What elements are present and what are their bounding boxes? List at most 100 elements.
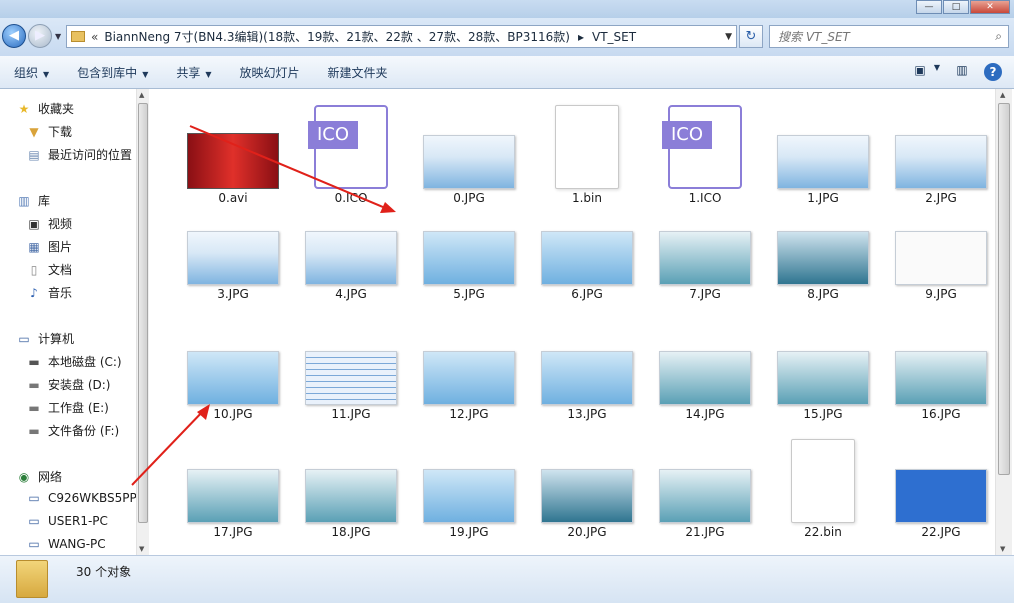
file-item[interactable]: 5.JPG (410, 189, 528, 301)
include-in-library-menu[interactable]: 包含到库中 ▼ (77, 64, 148, 81)
breadcrumb-parent[interactable]: BiannNeng 7寸(BN4.3编辑)(18款、19款、21款、22款 、2… (104, 28, 570, 45)
close-button[interactable]: ✕ (970, 0, 1010, 14)
file-item[interactable]: 18.JPG (292, 427, 410, 539)
view-chevron-down-icon[interactable]: ▼ (932, 63, 942, 81)
library-icon: ▥ (18, 193, 30, 208)
nav-libraries[interactable]: ▥ 库 (16, 192, 50, 209)
search-box[interactable]: ⌕ (769, 25, 1009, 48)
nav-documents[interactable]: ▯ 文档 (26, 261, 72, 278)
address-dropdown-icon[interactable]: ▼ (725, 32, 732, 42)
nav-network[interactable]: ◉ 网络 (16, 468, 62, 485)
file-name: 20.JPG (567, 525, 607, 539)
image-thumbnail (423, 351, 515, 405)
image-thumbnail (541, 469, 633, 523)
file-item[interactable]: 4.JPG (292, 189, 410, 301)
scroll-down-icon[interactable]: ▼ (1000, 545, 1005, 553)
file-thumbnail-wrapper (292, 427, 410, 523)
breadcrumb-current[interactable]: VT_SET (592, 30, 636, 44)
file-item[interactable]: 9.JPG (882, 189, 995, 301)
forward-button[interactable]: ▶ (28, 24, 52, 48)
file-item[interactable]: 12.JPG (410, 309, 528, 421)
content-scrollbar-thumb[interactable] (998, 103, 1010, 475)
image-thumbnail (305, 351, 397, 405)
help-button[interactable]: ? (984, 63, 1002, 81)
file-item[interactable]: 7.JPG (646, 189, 764, 301)
file-item[interactable]: 11.JPG (292, 309, 410, 421)
nav-drive-d[interactable]: ▬ 安装盘 (D:) (26, 376, 110, 393)
nav-music[interactable]: ♪ 音乐 (26, 284, 72, 301)
nav-scrollbar[interactable]: ▲ ▼ (136, 89, 149, 555)
file-thumbnail-wrapper (646, 189, 764, 285)
nav-computer[interactable]: ▭ 计算机 (16, 330, 74, 347)
file-item[interactable]: 15.JPG (764, 309, 882, 421)
slideshow-button[interactable]: 放映幻灯片 (240, 64, 300, 81)
file-item[interactable]: 6.JPG (528, 189, 646, 301)
command-bar: 组织 ▼ 包含到库中 ▼ 共享 ▼ 放映幻灯片 新建文件夹 ▣ ▼ ▥ ? (0, 56, 1014, 89)
window-controls: — □ ✕ (915, 0, 1010, 14)
nav-network-pc-1[interactable]: ▭ C926WKBS5PP (26, 491, 136, 505)
nav-network-pc-2[interactable]: ▭ USER1-PC (26, 514, 108, 528)
file-item[interactable]: 19.JPG (410, 427, 528, 539)
scroll-down-icon[interactable]: ▼ (139, 545, 144, 553)
ico-badge: ICO (308, 121, 358, 149)
file-item[interactable]: 8.JPG (764, 189, 882, 301)
drive-icon: ▬ (28, 423, 40, 438)
nav-scrollbar-thumb[interactable] (138, 103, 148, 523)
minimize-button[interactable]: — (916, 0, 942, 14)
file-name: 18.JPG (331, 525, 371, 539)
scroll-up-icon[interactable]: ▲ (1000, 91, 1005, 99)
file-name: 21.JPG (685, 525, 725, 539)
breadcrumb-arrow-icon[interactable]: ▸ (578, 30, 584, 44)
file-item[interactable]: 17.JPG (174, 427, 292, 539)
file-item[interactable]: 22.bin (764, 427, 882, 539)
back-button[interactable]: ◀ (2, 24, 26, 48)
organize-menu[interactable]: 组织 ▼ (14, 64, 49, 81)
folder-icon (71, 31, 85, 42)
file-item[interactable]: 16.JPG (882, 309, 995, 421)
refresh-button[interactable]: ↻ (739, 25, 763, 48)
file-name: 19.JPG (449, 525, 489, 539)
image-thumbnail (659, 231, 751, 285)
nav-favorites[interactable]: ★ 收藏夹 (16, 100, 74, 117)
file-thumbnail-wrapper (410, 189, 528, 285)
nav-label: 文件备份 (F:) (48, 424, 120, 438)
change-view-icon[interactable]: ▣ (910, 63, 930, 81)
nav-pictures[interactable]: ▦ 图片 (26, 238, 72, 255)
file-item[interactable]: 20.JPG (528, 427, 646, 539)
file-name: 11.JPG (331, 407, 371, 421)
file-item[interactable]: 13.JPG (528, 309, 646, 421)
maximize-button[interactable]: □ (943, 0, 969, 14)
image-thumbnail (895, 135, 987, 189)
scroll-up-icon[interactable]: ▲ (139, 91, 144, 99)
image-thumbnail (659, 351, 751, 405)
download-folder-icon: ▼ (29, 124, 39, 139)
search-icon[interactable]: ⌕ (995, 29, 1002, 44)
file-item[interactable]: 14.JPG (646, 309, 764, 421)
content-scrollbar[interactable]: ▲ ▼ (995, 89, 1012, 555)
file-thumbnail-wrapper (764, 427, 882, 523)
nav-recent-places[interactable]: ▤ 最近访问的位置 (26, 146, 132, 163)
address-bar[interactable]: « BiannNeng 7寸(BN4.3编辑)(18款、19款、21款、22款 … (66, 25, 737, 48)
nav-drive-f[interactable]: ▬ 文件备份 (F:) (26, 422, 119, 439)
system-drive-icon: ▬ (28, 354, 40, 369)
nav-network-pc-3[interactable]: ▭ WANG-PC (26, 537, 105, 551)
search-input[interactable] (778, 29, 978, 44)
nav-videos[interactable]: ▣ 视频 (26, 215, 72, 232)
file-item[interactable]: 10.JPG (174, 309, 292, 421)
new-folder-button[interactable]: 新建文件夹 (328, 64, 388, 81)
nav-label: 网络 (38, 470, 63, 484)
breadcrumb-overflow-icon[interactable]: « (91, 30, 98, 44)
preview-pane-icon[interactable]: ▥ (952, 63, 972, 81)
nav-downloads[interactable]: ▼ 下载 (26, 123, 72, 140)
nav-drive-e[interactable]: ▬ 工作盘 (E:) (26, 399, 108, 416)
file-item[interactable]: 22.JPG (882, 427, 995, 539)
nav-drive-c[interactable]: ▬ 本地磁盘 (C:) (26, 353, 121, 370)
file-name: 6.JPG (571, 287, 603, 301)
file-item[interactable]: 3.JPG (174, 189, 292, 301)
share-menu[interactable]: 共享 ▼ (176, 64, 211, 81)
file-item[interactable]: 21.JPG (646, 427, 764, 539)
file-thumbnail-wrapper (882, 427, 995, 523)
recent-pages-dropdown[interactable]: ▼ (55, 32, 61, 41)
file-thumbnail-wrapper (174, 93, 292, 189)
nav-label: 下载 (48, 125, 73, 139)
